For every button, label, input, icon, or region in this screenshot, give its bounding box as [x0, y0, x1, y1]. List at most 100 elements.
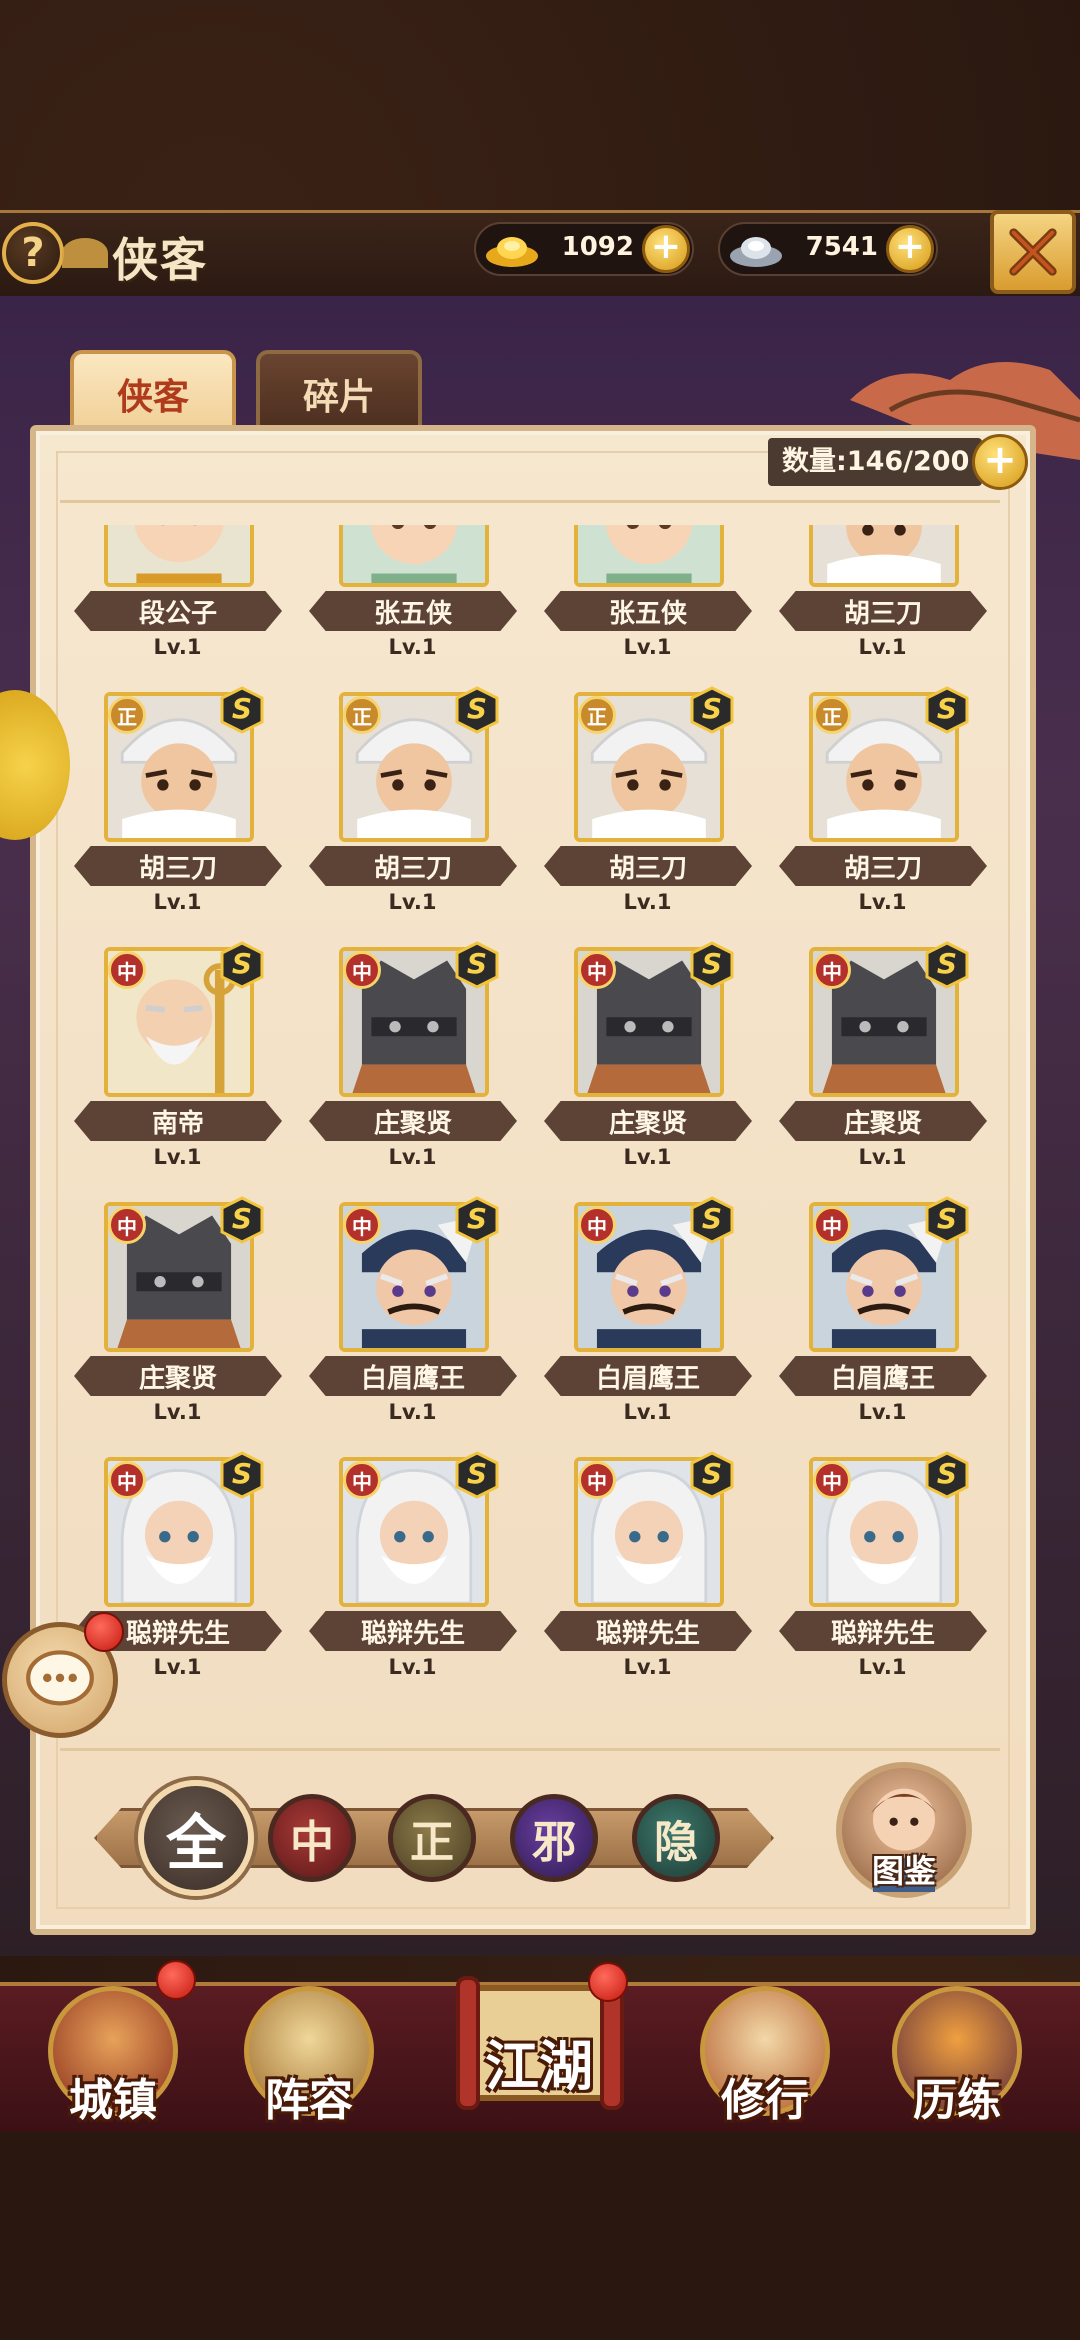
nav-training[interactable]: 修行	[690, 1986, 840, 2136]
hero-count: 数量:146/200	[768, 438, 982, 486]
help-button[interactable]: ?	[2, 222, 64, 284]
hero-card[interactable]: 段公子 Lv.1	[60, 525, 295, 692]
hero-portrait	[339, 525, 489, 587]
hero-name: 段公子	[74, 591, 282, 631]
filter-all-button[interactable]: 全	[138, 1780, 254, 1896]
hero-card[interactable]: 张五侠 Lv.1	[530, 525, 765, 692]
hero-card[interactable]: 中 S 庄聚贤 Lv.1	[765, 941, 1000, 1202]
hero-card[interactable]: 正 S 胡三刀 Lv.1	[60, 686, 295, 947]
faction-badge: 中	[578, 1206, 616, 1244]
hero-card[interactable]: 中 S 庄聚贤 Lv.1	[530, 941, 765, 1202]
hero-level: Lv.1	[388, 1400, 437, 1424]
grade-label: S	[231, 947, 253, 980]
hero-card[interactable]: 中 S 聪辩先生 Lv.1	[295, 1451, 530, 1705]
hero-card[interactable]: 中 S 南帝 Lv.1	[60, 941, 295, 1202]
hero-level: Lv.1	[623, 1145, 672, 1169]
hero-name: 庄聚贤	[544, 1101, 752, 1141]
silver-ingot-icon	[726, 226, 786, 272]
gold-currency: 1092 +	[474, 222, 694, 276]
grade-s-icon: S	[923, 1451, 971, 1499]
hero-card[interactable]: 张五侠 Lv.1	[295, 525, 530, 692]
grade-label: S	[466, 692, 488, 725]
hero-level: Lv.1	[858, 1655, 907, 1679]
grade-label: S	[701, 1202, 723, 1235]
grade-label: S	[466, 1457, 488, 1490]
nav-lineup-label: 阵容	[265, 2075, 353, 2126]
faction-badge: 正	[108, 696, 146, 734]
hero-card[interactable]: 正 S 胡三刀 Lv.1	[765, 686, 1000, 947]
faction-badge: 正	[343, 696, 381, 734]
hero-level: Lv.1	[623, 1655, 672, 1679]
hero-level: Lv.1	[858, 1400, 907, 1424]
hero-grid-viewport[interactable]: 段公子 Lv.1 张五侠 Lv.1 张五侠 Lv.1 胡三刀 Lv.1 正 S 胡三刀 Lv.1 正 S 胡…	[60, 525, 1000, 1705]
hero-name: 庄聚贤	[74, 1356, 282, 1396]
hero-level: Lv.1	[388, 635, 437, 659]
grade-label: S	[701, 947, 723, 980]
grade-s-icon: S	[218, 686, 266, 734]
hero-card[interactable]: 中 S 白眉鹰王 Lv.1	[530, 1196, 765, 1457]
grade-s-icon: S	[453, 686, 501, 734]
hero-level: Lv.1	[623, 635, 672, 659]
filter-zheng-button[interactable]: 正	[388, 1794, 476, 1882]
nav-town[interactable]: 城镇	[38, 1986, 188, 2136]
hero-name: 白眉鹰王	[779, 1356, 987, 1396]
grade-label: S	[231, 692, 253, 725]
grade-label: S	[231, 1202, 253, 1235]
grade-s-icon: S	[688, 941, 736, 989]
grade-label: S	[466, 1202, 488, 1235]
screen-bottom	[0, 2132, 1080, 2340]
hero-card[interactable]: 正 S 胡三刀 Lv.1	[295, 686, 530, 947]
gold-add-button[interactable]: +	[642, 225, 690, 273]
hero-name: 聪辩先生	[544, 1611, 752, 1651]
hero-name: 庄聚贤	[309, 1101, 517, 1141]
filter-yin-button[interactable]: 隐	[632, 1794, 720, 1882]
hero-name: 白眉鹰王	[544, 1356, 752, 1396]
nav-trial[interactable]: 历练	[882, 1986, 1032, 2136]
grade-label: S	[936, 1202, 958, 1235]
grade-s-icon: S	[923, 1196, 971, 1244]
hero-name: 庄聚贤	[779, 1101, 987, 1141]
hero-level: Lv.1	[388, 1655, 437, 1679]
grade-label: S	[936, 1457, 958, 1490]
hero-level: Lv.1	[153, 890, 202, 914]
faction-badge: 中	[343, 1461, 381, 1499]
gold-value: 1092	[561, 232, 634, 262]
hero-card[interactable]: 中 S 庄聚贤 Lv.1	[295, 941, 530, 1202]
hero-card[interactable]: 中 S 聪辩先生 Lv.1	[765, 1451, 1000, 1705]
hero-card[interactable]: 中 S 白眉鹰王 Lv.1	[295, 1196, 530, 1457]
title-ornament-icon	[62, 238, 108, 268]
silver-add-button[interactable]: +	[886, 225, 934, 273]
faction-badge: 正	[578, 696, 616, 734]
filter-xie-button[interactable]: 邪	[510, 1794, 598, 1882]
grade-label: S	[936, 692, 958, 725]
nav-jianghu-label: 江湖	[485, 2035, 593, 2098]
tab-heroes[interactable]: 侠客	[70, 350, 236, 434]
grade-s-icon: S	[218, 941, 266, 989]
hero-card[interactable]: 中 S 聪辩先生 Lv.1	[530, 1451, 765, 1705]
hero-card[interactable]: 中 S 庄聚贤 Lv.1	[60, 1196, 295, 1457]
hero-card[interactable]: 正 S 胡三刀 Lv.1	[530, 686, 765, 947]
hero-card[interactable]: 胡三刀 Lv.1	[765, 525, 1000, 692]
atlas-label: 图鉴	[871, 1852, 936, 1890]
chat-notification-dot	[84, 1612, 124, 1652]
hero-name: 南帝	[74, 1101, 282, 1141]
hero-card[interactable]: 中 S 白眉鹰王 Lv.1	[765, 1196, 1000, 1457]
page-title: 侠客	[112, 233, 208, 287]
silver-currency: 7541 +	[718, 222, 938, 276]
silver-value: 7541	[805, 232, 878, 262]
hero-level: Lv.1	[858, 1145, 907, 1169]
faction-badge: 中	[108, 951, 146, 989]
nav-lineup[interactable]: 阵容	[234, 1986, 384, 2136]
hero-portrait	[574, 525, 724, 587]
faction-badge: 中	[343, 951, 381, 989]
close-button[interactable]	[990, 210, 1076, 294]
expand-capacity-button[interactable]: +	[972, 434, 1028, 490]
tab-fragments[interactable]: 碎片	[256, 350, 422, 434]
filter-zhong-button[interactable]: 中	[268, 1794, 356, 1882]
divider	[60, 1748, 1000, 1751]
hero-name: 张五侠	[309, 591, 517, 631]
grade-s-icon: S	[218, 1196, 266, 1244]
gold-ingot-icon	[482, 226, 542, 272]
hero-level: Lv.1	[623, 890, 672, 914]
faction-badge: 中	[108, 1206, 146, 1244]
